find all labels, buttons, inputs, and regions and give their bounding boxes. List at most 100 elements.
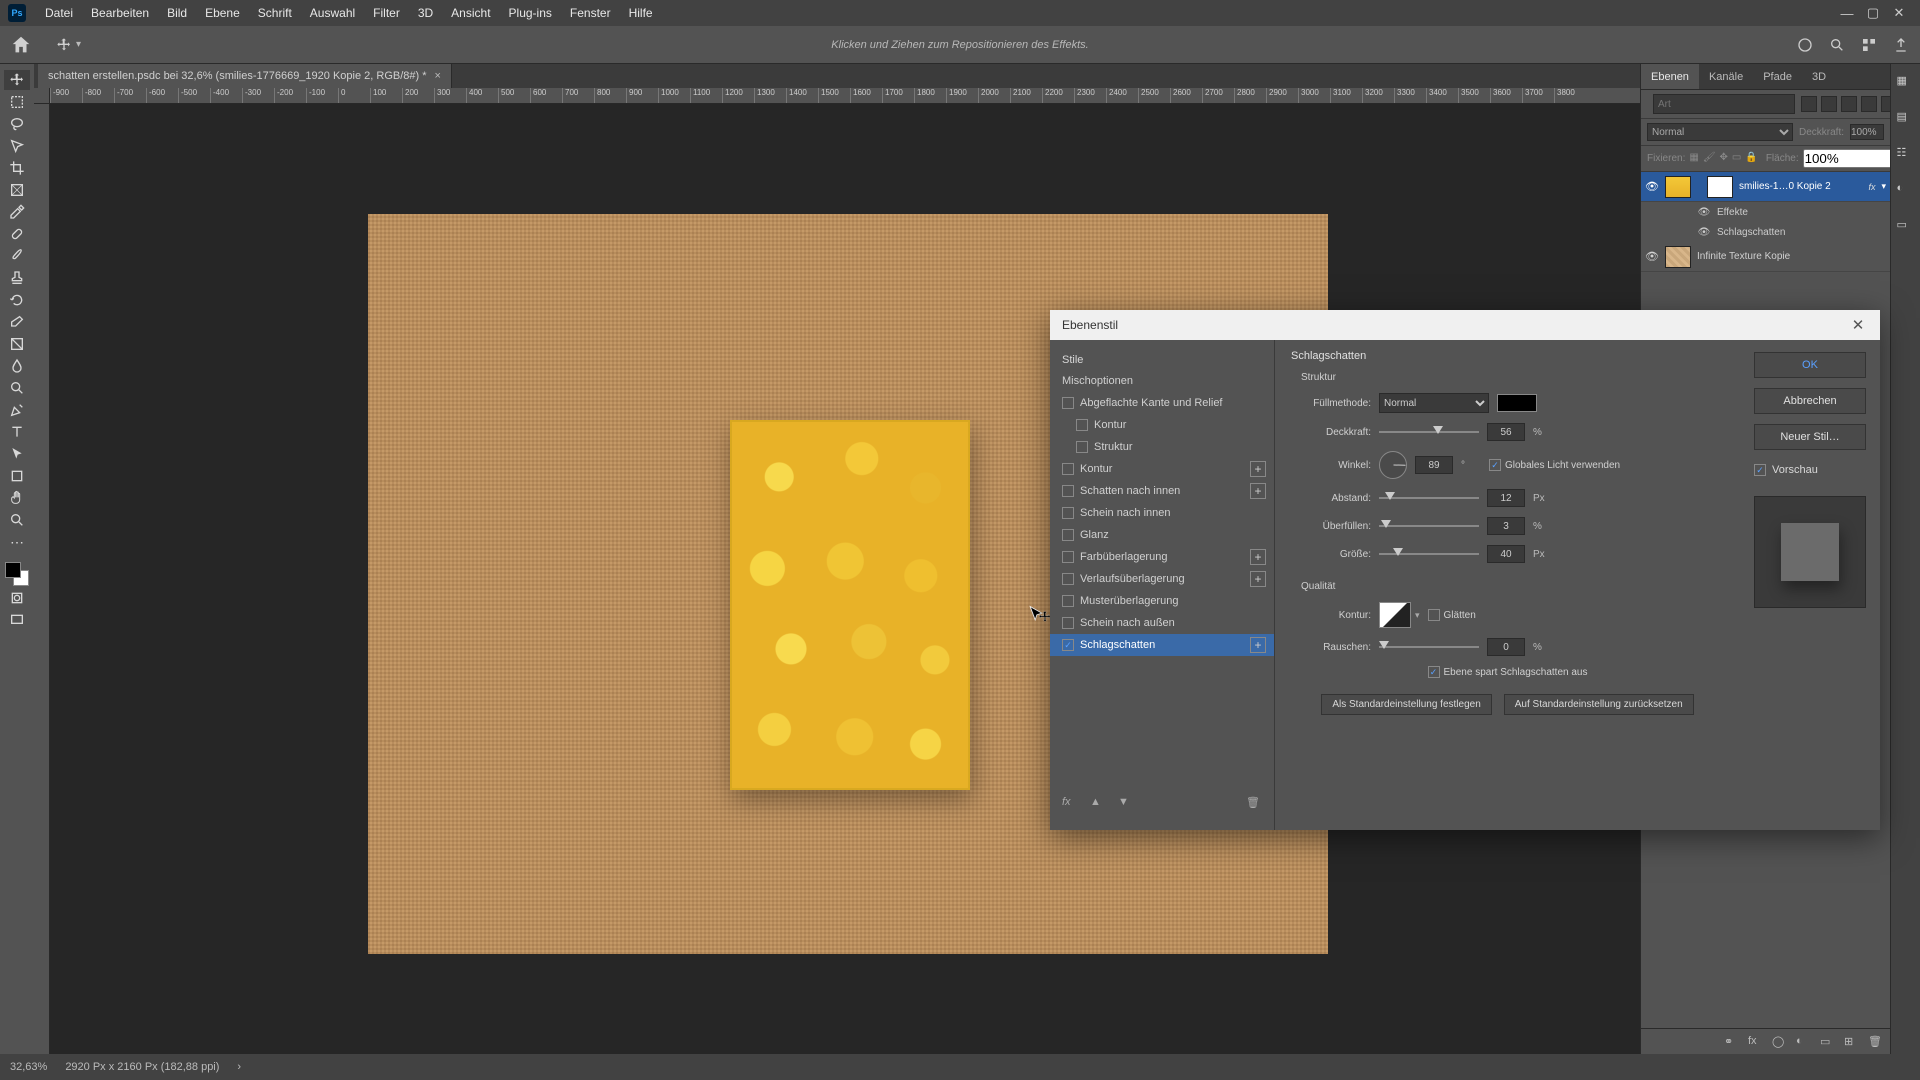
visibility-toggle[interactable]: 👁 — [1645, 180, 1659, 193]
style-item-bevel[interactable]: Abgeflachte Kante und Relief — [1050, 392, 1274, 414]
eyedropper-tool[interactable] — [4, 202, 30, 222]
status-chevron-icon[interactable]: › — [237, 1061, 241, 1073]
lock-artboard-icon[interactable]: ▭ — [1732, 152, 1741, 166]
history-brush-tool[interactable] — [4, 290, 30, 310]
hand-tool[interactable] — [4, 488, 30, 508]
filter-shape-icon[interactable] — [1861, 96, 1877, 112]
style-item-satin[interactable]: Glanz — [1050, 524, 1274, 546]
eraser-tool[interactable] — [4, 312, 30, 332]
quick-select-tool[interactable] — [4, 136, 30, 156]
spread-slider[interactable] — [1379, 519, 1479, 533]
menu-file[interactable]: Datei — [36, 6, 82, 20]
antialias-checkbox[interactable]: Glätten — [1428, 609, 1476, 621]
style-item-grad_overlay[interactable]: Verlaufsüberlagerung+ — [1050, 568, 1274, 590]
emoji-layer-content[interactable] — [730, 420, 970, 790]
noise-input[interactable] — [1487, 638, 1525, 656]
style-item-inner_glow[interactable]: Schein nach innen — [1050, 502, 1274, 524]
angle-dial[interactable] — [1379, 451, 1407, 479]
layer-mask-icon[interactable]: ◯ — [1772, 1035, 1786, 1049]
menu-help[interactable]: Hilfe — [620, 6, 662, 20]
share-icon[interactable] — [1892, 36, 1910, 54]
document-tab[interactable]: schatten erstellen.psdc bei 32,6% (smili… — [38, 64, 452, 88]
distance-input[interactable] — [1487, 489, 1525, 507]
checkbox-icon[interactable] — [1062, 595, 1074, 607]
crop-tool[interactable] — [4, 158, 30, 178]
brush-tool[interactable] — [4, 246, 30, 266]
size-input[interactable] — [1487, 545, 1525, 563]
filter-type-icon[interactable] — [1841, 96, 1857, 112]
stamp-tool[interactable] — [4, 268, 30, 288]
checkbox-icon[interactable] — [1062, 617, 1074, 629]
add-instance-icon[interactable]: + — [1250, 461, 1266, 477]
opacity-slider[interactable] — [1379, 425, 1479, 439]
blend-mode-dropdown[interactable]: Normal — [1379, 393, 1489, 413]
new-style-button[interactable]: Neuer Stil… — [1754, 424, 1866, 450]
menu-select[interactable]: Auswahl — [301, 6, 364, 20]
layer-filter-input[interactable] — [1653, 94, 1795, 114]
knockout-checkbox[interactable]: Ebene spart Schlagschatten aus — [1428, 666, 1588, 678]
add-instance-icon[interactable]: + — [1250, 637, 1266, 653]
dialog-titlebar[interactable]: Ebenenstil ✕ — [1050, 310, 1880, 340]
fx-badge[interactable]: fx — [1868, 182, 1875, 192]
layer-name[interactable]: smilies-1…0 Kopie 2 — [1739, 181, 1862, 192]
chevron-down-icon[interactable]: ▾ — [1415, 610, 1420, 621]
styles-header[interactable]: Stile — [1050, 350, 1274, 370]
shape-tool[interactable] — [4, 466, 30, 486]
menu-filter[interactable]: Filter — [364, 6, 409, 20]
minimize-button[interactable]: — — [1840, 6, 1854, 20]
libraries-panel-icon[interactable]: ▭ — [1897, 218, 1915, 236]
fx-menu-icon[interactable]: fx — [1062, 796, 1078, 812]
layer-thumbnail[interactable] — [1665, 176, 1691, 198]
menu-image[interactable]: Bild — [158, 6, 196, 20]
tab-channels[interactable]: Kanäle — [1699, 64, 1753, 89]
adjustment-layer-icon[interactable]: ◐ — [1796, 1035, 1810, 1049]
effect-visibility-toggle[interactable]: 👁 — [1697, 227, 1711, 238]
shadow-color-swatch[interactable] — [1497, 394, 1537, 412]
lock-pixels-icon[interactable]: 🖌 — [1703, 152, 1716, 166]
properties-panel-icon[interactable]: ☷ — [1897, 146, 1915, 164]
tab-paths[interactable]: Pfade — [1753, 64, 1802, 89]
edit-toolbar[interactable]: ⋯ — [4, 532, 30, 552]
effects-visibility-toggle[interactable]: 👁 — [1697, 207, 1711, 218]
reset-default-button[interactable]: Auf Standardeinstellung zurücksetzen — [1504, 694, 1694, 715]
distance-slider[interactable] — [1379, 491, 1479, 505]
checkbox-icon[interactable] — [1062, 397, 1074, 409]
layer-row-texture[interactable]: 👁 Infinite Texture Kopie — [1641, 242, 1890, 272]
cancel-button[interactable]: Abbrechen — [1754, 388, 1866, 414]
blending-options-item[interactable]: Mischoptionen — [1050, 370, 1274, 392]
zoom-tool[interactable] — [4, 510, 30, 530]
tab-layers[interactable]: Ebenen — [1641, 64, 1699, 89]
delete-style-icon[interactable]: 🗑 — [1246, 796, 1262, 812]
quick-mask-toggle[interactable] — [4, 588, 30, 608]
fx-chevron-icon[interactable]: ▾ — [1881, 181, 1886, 192]
spread-input[interactable] — [1487, 517, 1525, 535]
style-item-inner_shadow[interactable]: Schatten nach innen+ — [1050, 480, 1274, 502]
ok-button[interactable]: OK — [1754, 352, 1866, 378]
checkbox-icon[interactable] — [1062, 485, 1074, 497]
style-item-pattern_overlay[interactable]: Musterüberlagerung — [1050, 590, 1274, 612]
menu-window[interactable]: Fenster — [561, 6, 620, 20]
foreground-color[interactable] — [5, 562, 21, 578]
style-item-drop_shadow[interactable]: Schlagschatten+ — [1050, 634, 1274, 656]
menu-view[interactable]: Ansicht — [442, 6, 499, 20]
style-item-texture_sub[interactable]: Struktur — [1050, 436, 1274, 458]
dialog-close-button[interactable]: ✕ — [1848, 315, 1868, 335]
adjustments-panel-icon[interactable]: ◐ — [1897, 182, 1915, 200]
menu-plugins[interactable]: Plug-ins — [500, 6, 561, 20]
workspace-icon[interactable] — [1860, 36, 1878, 54]
visibility-toggle[interactable]: 👁 — [1645, 250, 1659, 263]
dodge-tool[interactable] — [4, 378, 30, 398]
effect-dropshadow-row[interactable]: 👁 Schlagschatten — [1641, 222, 1890, 242]
marquee-tool[interactable] — [4, 92, 30, 112]
delete-layer-icon[interactable]: 🗑 — [1868, 1035, 1882, 1049]
checkbox-icon[interactable] — [1062, 639, 1074, 651]
ruler-origin[interactable] — [34, 88, 50, 104]
add-instance-icon[interactable]: + — [1250, 483, 1266, 499]
layer-thumbnail[interactable] — [1665, 246, 1691, 268]
style-item-stroke[interactable]: Kontur+ — [1050, 458, 1274, 480]
lock-all-icon[interactable]: 🔒 — [1745, 152, 1757, 166]
opacity-input[interactable] — [1487, 423, 1525, 441]
angle-input[interactable] — [1415, 456, 1453, 474]
checkbox-icon[interactable] — [1062, 463, 1074, 475]
add-instance-icon[interactable]: + — [1250, 571, 1266, 587]
